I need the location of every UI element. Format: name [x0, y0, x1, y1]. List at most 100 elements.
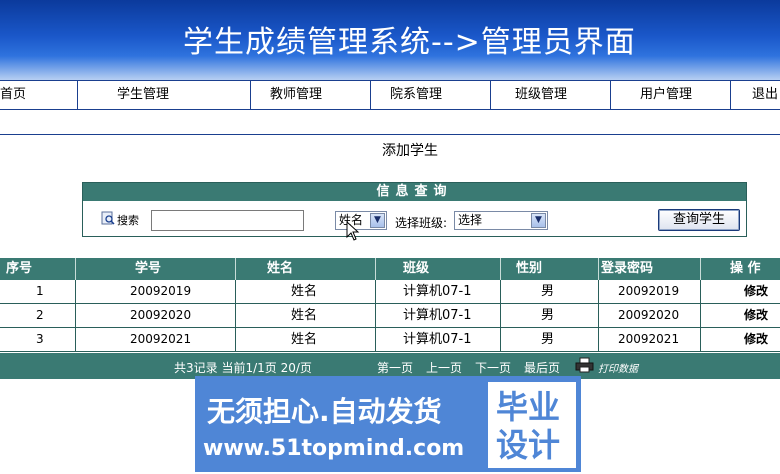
class-select[interactable]: 选择 ▼	[454, 211, 548, 230]
last-page-link[interactable]: 最后页	[524, 359, 560, 376]
pagination-summary: 共3记录 当前1/1页 20/页	[174, 361, 312, 375]
search-input[interactable]	[151, 210, 304, 231]
cell-gender: 男	[541, 308, 555, 323]
cell-divider	[500, 328, 501, 351]
section-divider	[0, 134, 780, 135]
search-label: 搜索	[117, 214, 139, 227]
nav-class-management[interactable]: 班级管理	[515, 81, 567, 109]
chevron-down-icon[interactable]: ▼	[370, 213, 385, 228]
printer-icon[interactable]	[575, 357, 595, 373]
cell-gender: 男	[541, 284, 555, 299]
nav-divider	[610, 81, 611, 109]
cell-divider	[598, 328, 599, 351]
column-header-action: 操 作	[730, 261, 761, 276]
cell-divider	[700, 280, 701, 303]
cell-divider	[500, 280, 501, 303]
chevron-down-icon[interactable]: ▼	[531, 213, 546, 228]
cell-password: 20092020	[618, 308, 680, 322]
nav-user-management[interactable]: 用户管理	[640, 81, 692, 109]
nav-divider	[77, 81, 78, 109]
nav-teacher-management[interactable]: 教师管理	[270, 81, 322, 109]
cell-divider	[235, 328, 236, 351]
watermark-slogan: 无须担心.自动发货	[207, 395, 442, 428]
cell-divider	[500, 304, 501, 327]
class-select-label: 选择班级:	[395, 216, 448, 230]
search-field-select[interactable]: 姓名 ▼	[335, 211, 387, 230]
cell-divider	[375, 304, 376, 327]
table-header: 序号 学号 姓名 班级 性别 登录密码 操 作	[0, 258, 780, 280]
cell-divider	[75, 304, 76, 327]
first-page-link[interactable]: 第一页	[377, 359, 413, 376]
column-header-index: 序号	[6, 261, 33, 276]
nav-divider	[730, 81, 731, 109]
cell-divider	[375, 328, 376, 351]
column-header-name: 姓名	[267, 261, 294, 276]
nav-student-management[interactable]: 学生管理	[117, 81, 169, 109]
table-row: 2 20092020 姓名 计算机07-1 男 20092020 修改	[0, 304, 780, 328]
search-panel: 信息查询 搜索 姓名 ▼ 选择班级: 选择 ▼ 查询学生	[82, 182, 747, 237]
section-title: 添加学生	[382, 143, 438, 159]
edit-link[interactable]: 修改	[744, 280, 768, 303]
column-divider	[375, 258, 376, 280]
print-data-link[interactable]: 打印数据	[598, 360, 638, 375]
class-select-value: 选择	[458, 213, 483, 227]
cell-id: 20092020	[130, 308, 192, 322]
prev-page-link[interactable]: 上一页	[426, 359, 462, 376]
nav-home[interactable]: 首页	[0, 81, 26, 109]
cell-name: 姓名	[291, 308, 318, 323]
watermark-url: www.51topmind.com	[203, 436, 465, 461]
cell-password: 20092019	[618, 284, 680, 298]
cell-class: 计算机07-1	[403, 284, 472, 299]
nav-department-management[interactable]: 院系管理	[390, 81, 442, 109]
watermark-logo: 毕业 设计	[488, 382, 576, 468]
query-student-button[interactable]: 查询学生	[658, 209, 740, 231]
cell-name: 姓名	[291, 332, 318, 347]
column-divider	[700, 258, 701, 280]
column-divider	[235, 258, 236, 280]
cell-class: 计算机07-1	[403, 332, 472, 347]
column-header-class: 班级	[403, 261, 430, 276]
mouse-cursor-icon	[346, 220, 360, 241]
header-banner: 学生成绩管理系统-->管理员界面	[0, 0, 780, 80]
table-row: 1 20092019 姓名 计算机07-1 男 20092019 修改	[0, 280, 780, 304]
edit-link[interactable]: 修改	[744, 304, 768, 327]
column-header-password: 登录密码	[601, 261, 654, 276]
nav-divider	[490, 81, 491, 109]
top-nav: 首页 学生管理 教师管理 院系管理 班级管理 用户管理 退出	[0, 80, 780, 110]
edit-link[interactable]: 修改	[744, 328, 768, 351]
watermark-logo-line2: 设计	[496, 426, 561, 464]
table-row: 3 20092021 姓名 计算机07-1 男 20092021 修改	[0, 328, 780, 352]
cell-divider	[700, 328, 701, 351]
search-panel-header: 信息查询	[83, 183, 746, 201]
cell-index: 3	[36, 332, 44, 346]
cell-divider	[75, 280, 76, 303]
cell-name: 姓名	[291, 284, 318, 299]
column-divider	[75, 258, 76, 280]
nav-logout[interactable]: 退出	[752, 81, 778, 109]
cell-divider	[75, 328, 76, 351]
cell-divider	[598, 280, 599, 303]
cell-divider	[598, 304, 599, 327]
cell-id: 20092019	[130, 284, 192, 298]
cell-divider	[235, 280, 236, 303]
cell-id: 20092021	[130, 332, 192, 346]
next-page-link[interactable]: 下一页	[475, 359, 511, 376]
column-header-id: 学号	[135, 261, 162, 276]
column-header-gender: 性别	[516, 261, 543, 276]
cell-class: 计算机07-1	[403, 308, 472, 323]
cell-gender: 男	[541, 332, 555, 347]
page-title: 学生成绩管理系统-->管理员界面	[183, 25, 636, 60]
cell-divider	[700, 304, 701, 327]
cell-divider	[235, 304, 236, 327]
watermark-logo-line1: 毕业	[496, 388, 561, 426]
column-divider	[500, 258, 501, 280]
search-icon	[101, 211, 115, 225]
cell-index: 2	[36, 308, 44, 322]
watermark-banner: 无须担心.自动发货 www.51topmind.com 毕业 设计	[195, 376, 581, 472]
cell-divider	[375, 280, 376, 303]
nav-divider	[370, 81, 371, 109]
cell-password: 20092021	[618, 332, 680, 346]
nav-divider	[250, 81, 251, 109]
cell-index: 1	[36, 284, 44, 298]
column-divider	[598, 258, 599, 280]
